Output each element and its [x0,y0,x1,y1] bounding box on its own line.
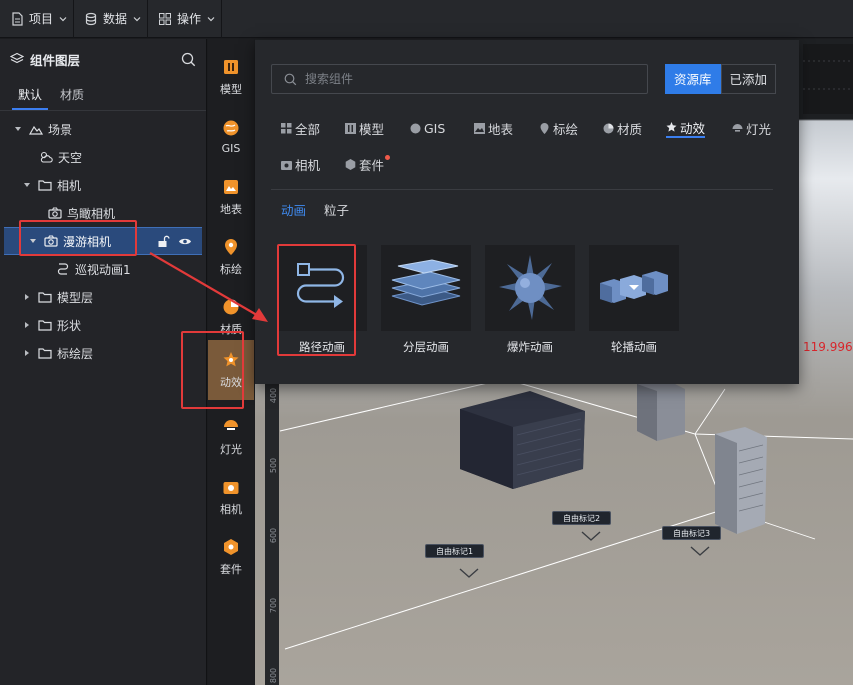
annotation-arrow [149,252,268,322]
